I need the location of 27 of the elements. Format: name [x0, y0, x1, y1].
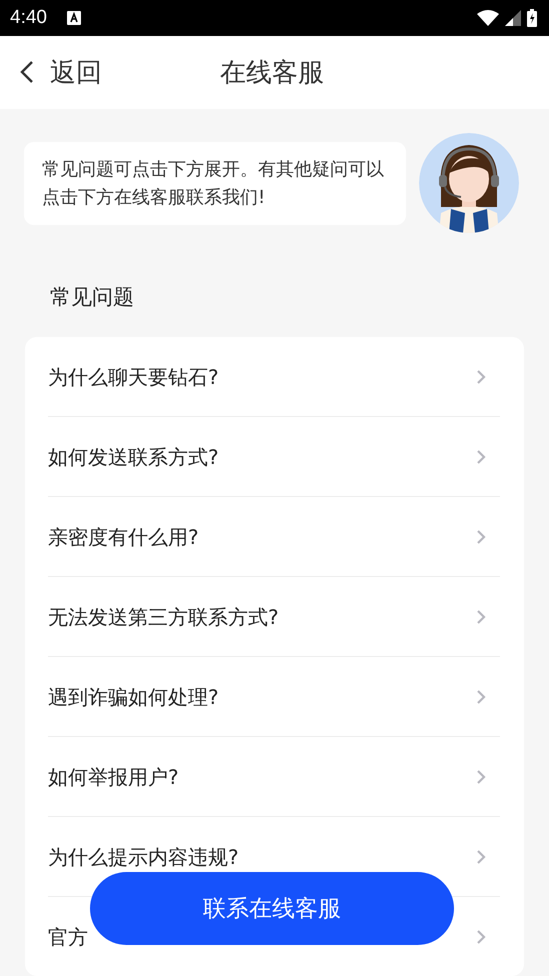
faq-item[interactable]: 官方 — [48, 926, 88, 948]
message-bubble: 常见问题可点击下方展开。有其他疑问可以点击下方在线客服联系我们! — [24, 142, 406, 224]
chevron-right-icon — [476, 688, 486, 704]
faq-item[interactable]: 为什么提示内容违规? — [48, 846, 239, 868]
faq-item[interactable]: 如何举报用户? — [48, 766, 179, 788]
chevron-right-icon — [476, 848, 486, 864]
chevron-right-icon — [476, 448, 486, 464]
faq-item[interactable]: 遇到诈骗如何处理? — [48, 686, 219, 708]
clock: 4:40 — [10, 6, 47, 29]
back-button[interactable]: 返回 — [0, 47, 102, 98]
wifi-icon — [477, 10, 499, 26]
contact-service-button[interactable]: 联系在线客服 — [90, 872, 454, 945]
battery-icon — [527, 8, 537, 27]
faq-item[interactable]: 为什么聊天要钻石? — [48, 366, 219, 388]
page-title: 在线客服 — [220, 56, 324, 90]
signal-icon — [505, 10, 521, 26]
chevron-right-icon — [476, 368, 486, 384]
chevron-right-icon — [476, 608, 486, 624]
chevron-right-icon — [476, 928, 486, 944]
chevron-right-icon — [476, 768, 486, 784]
section-heading: 常见问题 — [50, 284, 135, 311]
faq-item[interactable]: 如何发送联系方式? — [48, 446, 219, 468]
chevron-right-icon — [476, 528, 486, 544]
back-icon — [20, 60, 34, 84]
faq-item[interactable]: 亲密度有什么用? — [48, 526, 199, 548]
faq-item[interactable]: 无法发送第三方联系方式? — [48, 606, 279, 628]
keyboard-a-icon — [66, 10, 81, 25]
